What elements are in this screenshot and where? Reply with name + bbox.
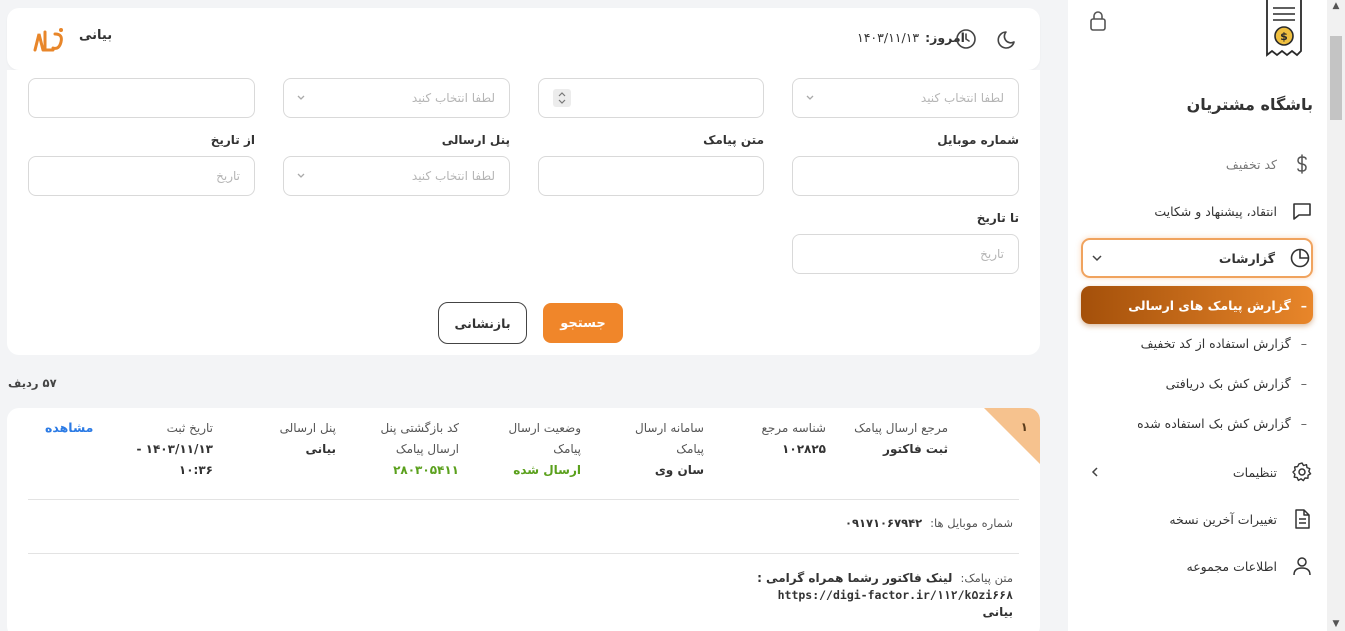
select-placeholder: لطفا انتخاب کنید	[411, 169, 495, 183]
lock-icon[interactable]	[1088, 10, 1108, 32]
clock-icon	[956, 29, 976, 49]
sidebar-item-label: گزارشات	[1218, 250, 1275, 266]
reset-button[interactable]: بازنشانی	[438, 302, 527, 344]
chat-icon	[1291, 200, 1313, 222]
sidebar-item-label: کد تخفیف	[1225, 156, 1277, 172]
filter-select-1[interactable]: لطفا انتخاب کنید	[792, 78, 1019, 118]
user-icon	[1291, 555, 1313, 577]
chevron-down-icon	[297, 95, 305, 100]
divider	[28, 553, 1019, 554]
chevron-left-icon	[1091, 467, 1098, 477]
brand-name: بیانی	[79, 28, 113, 43]
subitem-label: گزارش کش بک استفاده شده	[1137, 415, 1291, 431]
pie-chart-icon	[1289, 247, 1311, 269]
document-icon	[1291, 508, 1313, 530]
gear-icon	[1291, 461, 1313, 483]
chevron-down-icon	[806, 95, 814, 100]
subitem-label: گزارش استفاده از کد تخفیف	[1140, 335, 1291, 351]
sms-text-label: متن پیامک	[703, 133, 764, 147]
to-date-input[interactable]: تاریخ	[792, 234, 1019, 274]
filter-select-2[interactable]: لطفا انتخاب کنید	[283, 78, 510, 118]
sidebar-item-label: اطلاعات مجموعه	[1186, 558, 1278, 574]
filter-panel: لطفا انتخاب کنید لطفا انتخاب کنید شماره …	[7, 70, 1040, 355]
mobile-numbers: شماره موبایل ها:۰۹۱۷۱۰۶۷۹۴۲	[844, 516, 1013, 530]
today-date: امروز: ۱۴۰۳/۱۱/۱۳	[857, 30, 965, 45]
date-placeholder: تاریخ	[980, 247, 1004, 261]
moon-icon[interactable]	[997, 28, 1019, 50]
row-index: ۱	[1020, 420, 1028, 434]
scroll-down-icon[interactable]: ▼	[1331, 620, 1341, 629]
scrollbar[interactable]: ▲ ▼	[1327, 0, 1345, 631]
chevron-down-icon	[297, 173, 305, 178]
sidebar-item-label: تغییرات آخرین نسخه	[1169, 511, 1277, 527]
dollar-icon	[1291, 153, 1313, 175]
divider	[28, 499, 1019, 500]
search-button[interactable]: جستجو	[543, 303, 623, 343]
mobile-input[interactable]	[792, 156, 1019, 196]
col-sms-system: سامانه ارسال پیامک سان وی	[635, 421, 704, 477]
mobile-label: شماره موبایل	[937, 133, 1019, 147]
panel-select[interactable]: لطفا انتخاب کنید	[283, 156, 510, 196]
sidebar-item-feedback[interactable]: انتقاد، پیشنهاد و شکایت	[1081, 191, 1313, 231]
scroll-up-icon[interactable]: ▲	[1331, 2, 1341, 11]
status-badge: ارسال شده	[513, 463, 581, 477]
sms-text-input[interactable]	[538, 156, 764, 196]
sidebar-item-settings[interactable]: تنظیمات	[1081, 452, 1313, 492]
panel-label: پنل ارسالی	[441, 133, 510, 147]
to-date-label: تا تاریخ	[976, 211, 1019, 225]
subitem-label: گزارش کش بک دریافتی	[1165, 375, 1291, 391]
sidebar-subitem-sms-report[interactable]: – گزارش پیامک های ارسالی	[1081, 286, 1313, 324]
svg-text:$: $	[1280, 30, 1288, 43]
sidebar-subitem-discount-report[interactable]: – گزارش استفاده از کد تخفیف	[1081, 325, 1313, 361]
sidebar-subitem-cashback-received[interactable]: – گزارش کش بک دریافتی	[1081, 365, 1313, 401]
sidebar-item-label: انتقاد، پیشنهاد و شکایت	[1154, 203, 1277, 219]
col-panel: پنل ارسالی بیانی	[279, 421, 336, 456]
view-link[interactable]: مشاهده	[45, 420, 93, 435]
number-stepper[interactable]	[553, 89, 571, 107]
subitem-label: گزارش پیامک های ارسالی	[1128, 297, 1291, 313]
sidebar: $ باشگاه مشتریان کد تخفیف انتقاد، پیشنها…	[1068, 0, 1327, 631]
today-value: ۱۴۰۳/۱۱/۱۳	[857, 30, 920, 45]
sidebar-item-discount-code[interactable]: کد تخفیف	[1081, 144, 1313, 184]
sms-url: https://digi-factor.ir/۱۱۲/k۵zi۶۶۸	[777, 588, 1013, 602]
date-placeholder: تاریخ	[216, 169, 240, 183]
sidebar-item-reports[interactable]: گزارشات	[1081, 238, 1313, 278]
col-return-code: کد بازگشتی پنل ارسال پیامک ۲۸۰۳۰۵۴۱۱	[380, 421, 459, 477]
number-input[interactable]	[538, 78, 764, 118]
from-date-label: از تاریخ	[210, 133, 255, 147]
select-placeholder: لطفا انتخاب کنید	[411, 91, 495, 105]
sidebar-title: باشگاه مشتریان	[1186, 95, 1313, 114]
receipt-icon: $	[1266, 0, 1302, 57]
sidebar-item-label: تنظیمات	[1232, 464, 1277, 480]
top-header: بیانی امروز: ۱۴۰۳/۱۱/۱۳	[7, 8, 1040, 70]
row-count: ۵۷ ردیف	[8, 376, 57, 390]
table-row: ۱ مرجع ارسال پیامک ثبت فاکتور شناسه مرجع…	[7, 408, 1040, 631]
sms-text: متن پیامک:لینک فاکتور رشما همراه گرامی :…	[753, 570, 1013, 621]
col-ref-id: شناسه مرجع ۱۰۲۸۲۵	[761, 421, 827, 456]
scrollbar-thumb[interactable]	[1330, 36, 1342, 120]
brand-logo	[33, 28, 63, 52]
sidebar-item-business-info[interactable]: اطلاعات مجموعه	[1081, 546, 1313, 586]
select-placeholder: لطفا انتخاب کنید	[920, 91, 1004, 105]
sidebar-item-changelog[interactable]: تغییرات آخرین نسخه	[1081, 499, 1313, 539]
col-created-date: تاریخ ثبت ۱۴۰۳/۱۱/۱۳ - ۱۰:۳۶	[136, 421, 213, 477]
col-sms-ref: مرجع ارسال پیامک ثبت فاکتور	[854, 421, 948, 456]
sidebar-subitem-cashback-used[interactable]: – گزارش کش بک استفاده شده	[1081, 405, 1313, 441]
row-index-ribbon	[984, 408, 1040, 464]
col-sms-status: وضعیت ارسال پیامک ارسال شده	[481, 418, 581, 481]
from-date-input[interactable]: تاریخ	[28, 156, 255, 196]
filter-input-1[interactable]	[28, 78, 255, 118]
chevron-down-icon	[1092, 255, 1102, 262]
